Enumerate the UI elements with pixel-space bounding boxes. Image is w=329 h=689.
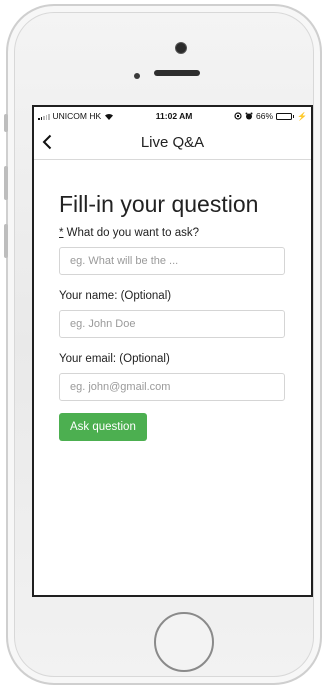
front-camera <box>175 42 187 54</box>
proximity-sensor <box>134 73 140 79</box>
carrier-label: UNICOM HK <box>52 111 102 121</box>
chevron-left-icon[interactable] <box>40 132 54 152</box>
question-label: * What do you want to ask? <box>59 226 287 241</box>
form-title: Fill-in your question <box>59 191 259 217</box>
volume-up-button <box>4 166 8 200</box>
mute-switch <box>4 114 8 132</box>
home-button[interactable] <box>154 612 214 672</box>
question-input[interactable] <box>59 247 285 275</box>
name-label: Your name: (Optional) <box>59 290 172 302</box>
ask-question-button[interactable]: Ask question <box>59 413 147 441</box>
status-bar: UNICOM HK 11:02 AM 66% ⚡ <box>34 107 311 125</box>
status-time: 11:02 AM <box>155 111 193 121</box>
email-input[interactable] <box>59 373 285 401</box>
nav-title: Live Q&A <box>140 133 205 151</box>
question-label-text: What do you want to ask? <box>63 227 200 239</box>
battery-percent: 66% <box>256 111 274 121</box>
email-label: Your email: (Optional) <box>59 353 170 365</box>
name-input[interactable] <box>59 310 285 338</box>
alarm-icon <box>245 112 253 120</box>
signal-icon <box>38 113 50 120</box>
volume-down-button <box>4 224 8 258</box>
wifi-icon <box>104 112 114 120</box>
battery-icon <box>276 112 295 120</box>
rotation-lock-icon <box>234 112 242 120</box>
earpiece-speaker <box>154 70 200 76</box>
phone-screen: UNICOM HK 11:02 AM 66% ⚡ Live Q&A Fill-i… <box>32 105 313 597</box>
question-form: Fill-in your question * What do you want… <box>34 160 311 441</box>
charging-icon: ⚡ <box>297 111 307 121</box>
navigation-bar: Live Q&A <box>34 125 311 160</box>
